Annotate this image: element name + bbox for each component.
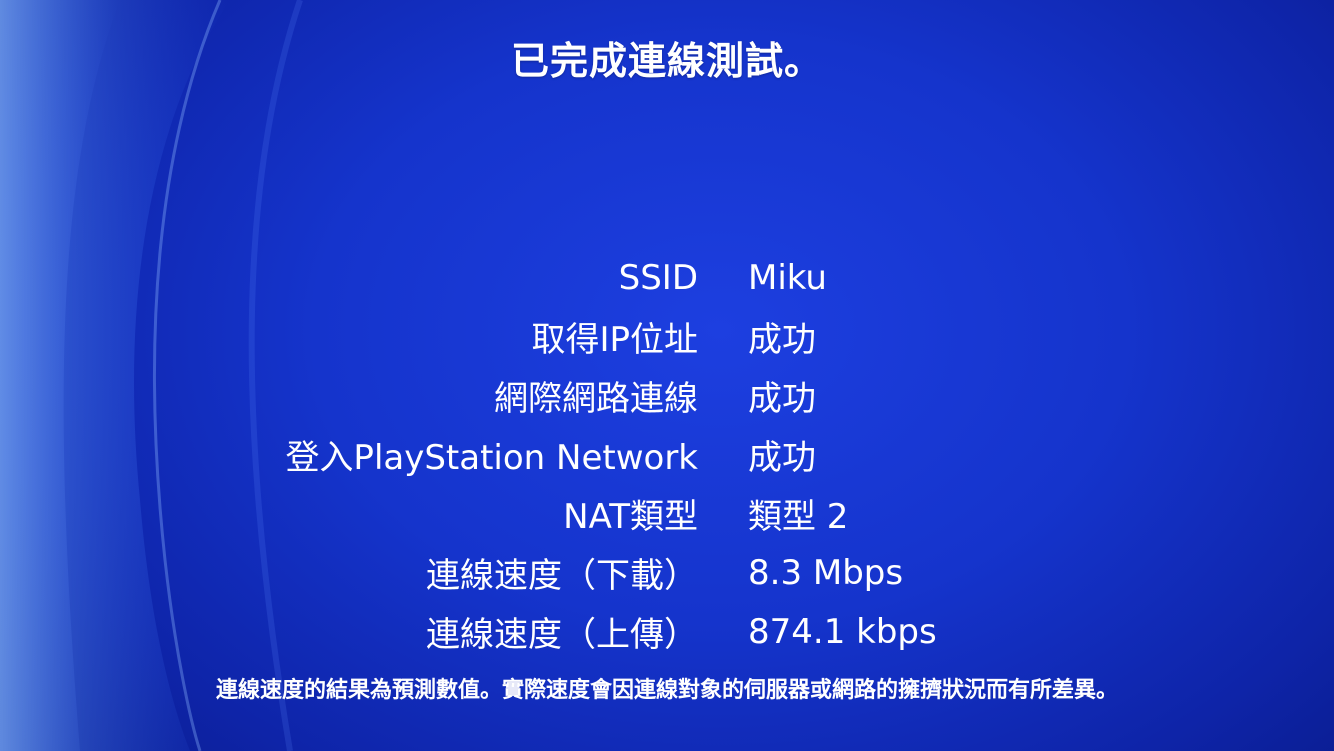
result-row-ip-address: 取得IP位址 成功: [0, 307, 1334, 366]
result-label: 登入PlayStation Network: [285, 438, 698, 478]
result-label: 取得IP位址: [531, 320, 698, 360]
result-value: Miku: [748, 257, 827, 298]
result-value: 成功: [748, 320, 816, 360]
result-value: 874.1 kbps: [748, 611, 937, 652]
result-label: NAT類型: [563, 497, 698, 537]
speed-disclaimer-note: 連線速度的結果為預測數值。實際速度會因連線對象的伺服器或網路的擁擠狀況而有所差異…: [215, 678, 1118, 703]
result-label: 網際網路連線: [494, 379, 698, 419]
result-label: 連線速度（上傳）: [426, 615, 698, 655]
result-row-internet-connection: 網際網路連線 成功: [0, 366, 1334, 425]
result-label: SSID: [618, 257, 698, 298]
result-row-nat-type: NAT類型 類型 2: [0, 484, 1334, 543]
result-value: 8.3 Mbps: [748, 552, 904, 593]
page-title: 已完成連線測試。: [510, 39, 823, 83]
result-value: 類型 2: [748, 497, 849, 537]
result-row-ssid: SSID Miku: [0, 248, 1334, 307]
result-row-download-speed: 連線速度（下載） 8.3 Mbps: [0, 543, 1334, 602]
results-list: SSID Miku 取得IP位址 成功 網際網路連線 成功 登入PlayStat…: [0, 248, 1334, 661]
result-row-upload-speed: 連線速度（上傳） 874.1 kbps: [0, 602, 1334, 661]
result-row-psn-signin: 登入PlayStation Network 成功: [0, 425, 1334, 484]
result-value: 成功: [748, 379, 816, 419]
result-value: 成功: [748, 438, 816, 478]
result-label: 連線速度（下載）: [426, 556, 698, 596]
